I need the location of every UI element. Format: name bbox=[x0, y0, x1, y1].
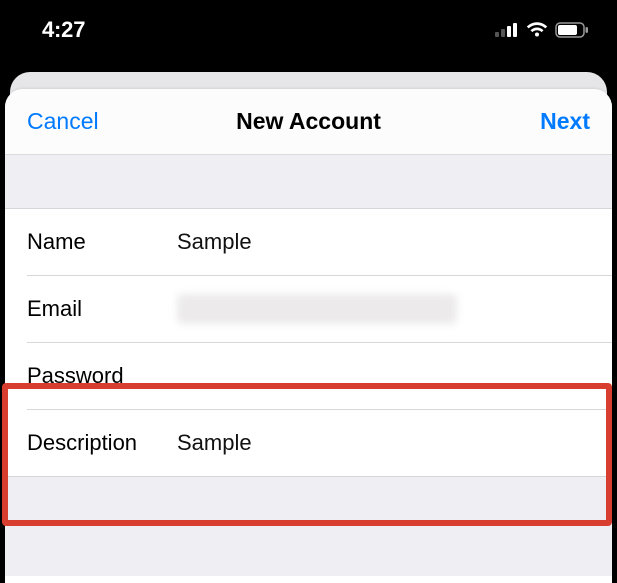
redacted-email-value bbox=[177, 294, 457, 324]
group-spacer bbox=[5, 155, 612, 209]
status-icons bbox=[495, 22, 589, 38]
cellular-icon bbox=[495, 23, 519, 37]
password-label: Password bbox=[27, 363, 177, 389]
email-row[interactable]: Email bbox=[5, 276, 612, 342]
wifi-icon bbox=[526, 22, 548, 38]
status-time: 4:27 bbox=[42, 17, 85, 43]
new-account-sheet: Cancel New Account Next Name Email Passw… bbox=[5, 89, 612, 583]
name-row[interactable]: Name bbox=[5, 209, 612, 275]
description-label: Description bbox=[27, 430, 177, 456]
next-button[interactable]: Next bbox=[500, 108, 590, 135]
cancel-button[interactable]: Cancel bbox=[27, 108, 117, 135]
description-field[interactable] bbox=[177, 430, 590, 456]
name-field[interactable] bbox=[177, 229, 590, 255]
password-row[interactable]: Password bbox=[5, 343, 612, 409]
modal-navbar: Cancel New Account Next bbox=[5, 89, 612, 155]
email-field[interactable] bbox=[177, 294, 590, 324]
password-field[interactable] bbox=[177, 363, 590, 389]
group-bottom-spacer bbox=[5, 476, 612, 576]
modal-title: New Account bbox=[117, 108, 500, 135]
description-row[interactable]: Description bbox=[5, 410, 612, 476]
battery-icon bbox=[555, 22, 589, 38]
email-label: Email bbox=[27, 296, 177, 322]
name-label: Name bbox=[27, 229, 177, 255]
status-bar: 4:27 bbox=[0, 0, 617, 56]
